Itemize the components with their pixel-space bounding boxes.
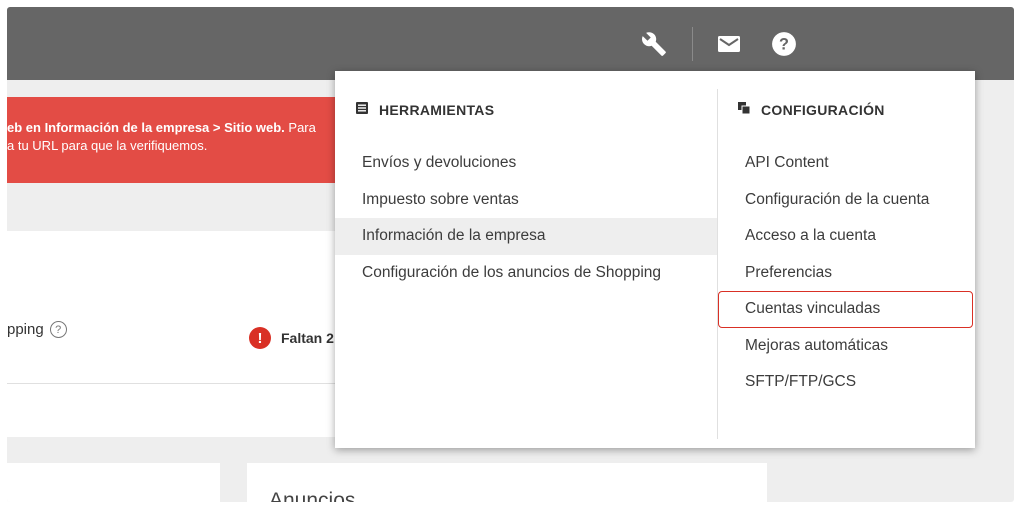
menu-item-sftp[interactable]: SFTP/FTP/GCS [717, 364, 975, 401]
ads-card: Anuncios [247, 463, 767, 502]
tools-section-icon [355, 101, 369, 118]
help-outline-icon[interactable]: ? [49, 321, 67, 338]
alert-bold-text[interactable]: eb en Información de la empresa > Sitio … [7, 120, 285, 135]
settings-list: API Content Configuración de la cuenta A… [717, 145, 975, 401]
settings-header-label: CONFIGURACIÓN [761, 101, 885, 118]
menu-item-preferencias[interactable]: Preferencias [717, 255, 975, 292]
wrench-icon[interactable] [641, 31, 667, 57]
app-frame: ? eb en Información de la empresa > Siti… [7, 7, 1014, 502]
alert-text-line2: a tu URL para que la verifiquemos. [7, 138, 208, 153]
status-card: pping ? ! Faltan 2 [7, 231, 347, 437]
menu-item-cuentas-vinculadas[interactable]: Cuentas vinculadas [718, 291, 973, 328]
svg-text:?: ? [779, 35, 789, 53]
ads-card-title: Anuncios [269, 489, 356, 502]
alert-text: Para [284, 120, 316, 135]
menu-item-api-content[interactable]: API Content [717, 145, 975, 182]
status-label: pping [7, 321, 44, 338]
menu-item-anuncios-shopping[interactable]: Configuración de los anuncios de Shoppin… [335, 255, 717, 292]
verification-alert: eb en Información de la empresa > Sitio … [7, 97, 347, 183]
menu-item-impuesto[interactable]: Impuesto sobre ventas [335, 182, 717, 219]
menu-item-configuracion-cuenta[interactable]: Configuración de la cuenta [717, 182, 975, 219]
toolbar-divider [692, 27, 693, 61]
status-row: pping ? [7, 321, 67, 338]
bottom-card-left [7, 463, 220, 502]
help-icon[interactable]: ? [771, 31, 797, 57]
error-icon: ! [249, 327, 271, 349]
menu-item-envios[interactable]: Envíos y devoluciones [335, 145, 717, 182]
card-divider [7, 383, 347, 384]
menu-item-acceso-cuenta[interactable]: Acceso a la cuenta [717, 218, 975, 255]
top-app-bar: ? [7, 7, 1014, 80]
tools-column: HERRAMIENTAS Envíos y devoluciones Impue… [335, 71, 717, 448]
tools-header-label: HERRAMIENTAS [379, 101, 495, 118]
tools-dropdown-menu: HERRAMIENTAS Envíos y devoluciones Impue… [335, 71, 975, 448]
settings-header: CONFIGURACIÓN [737, 101, 885, 118]
warning-status: ! Faltan 2 [249, 327, 334, 349]
settings-section-icon [737, 101, 751, 118]
tools-header: HERRAMIENTAS [355, 101, 494, 118]
menu-item-informacion-empresa[interactable]: Información de la empresa [335, 218, 717, 255]
tools-list: Envíos y devoluciones Impuesto sobre ven… [335, 145, 717, 291]
settings-column: CONFIGURACIÓN API Content Configuración … [717, 71, 975, 448]
warning-text: Faltan 2 [281, 330, 334, 346]
menu-item-mejoras-automaticas[interactable]: Mejoras automáticas [717, 328, 975, 365]
mail-icon[interactable] [716, 31, 742, 57]
